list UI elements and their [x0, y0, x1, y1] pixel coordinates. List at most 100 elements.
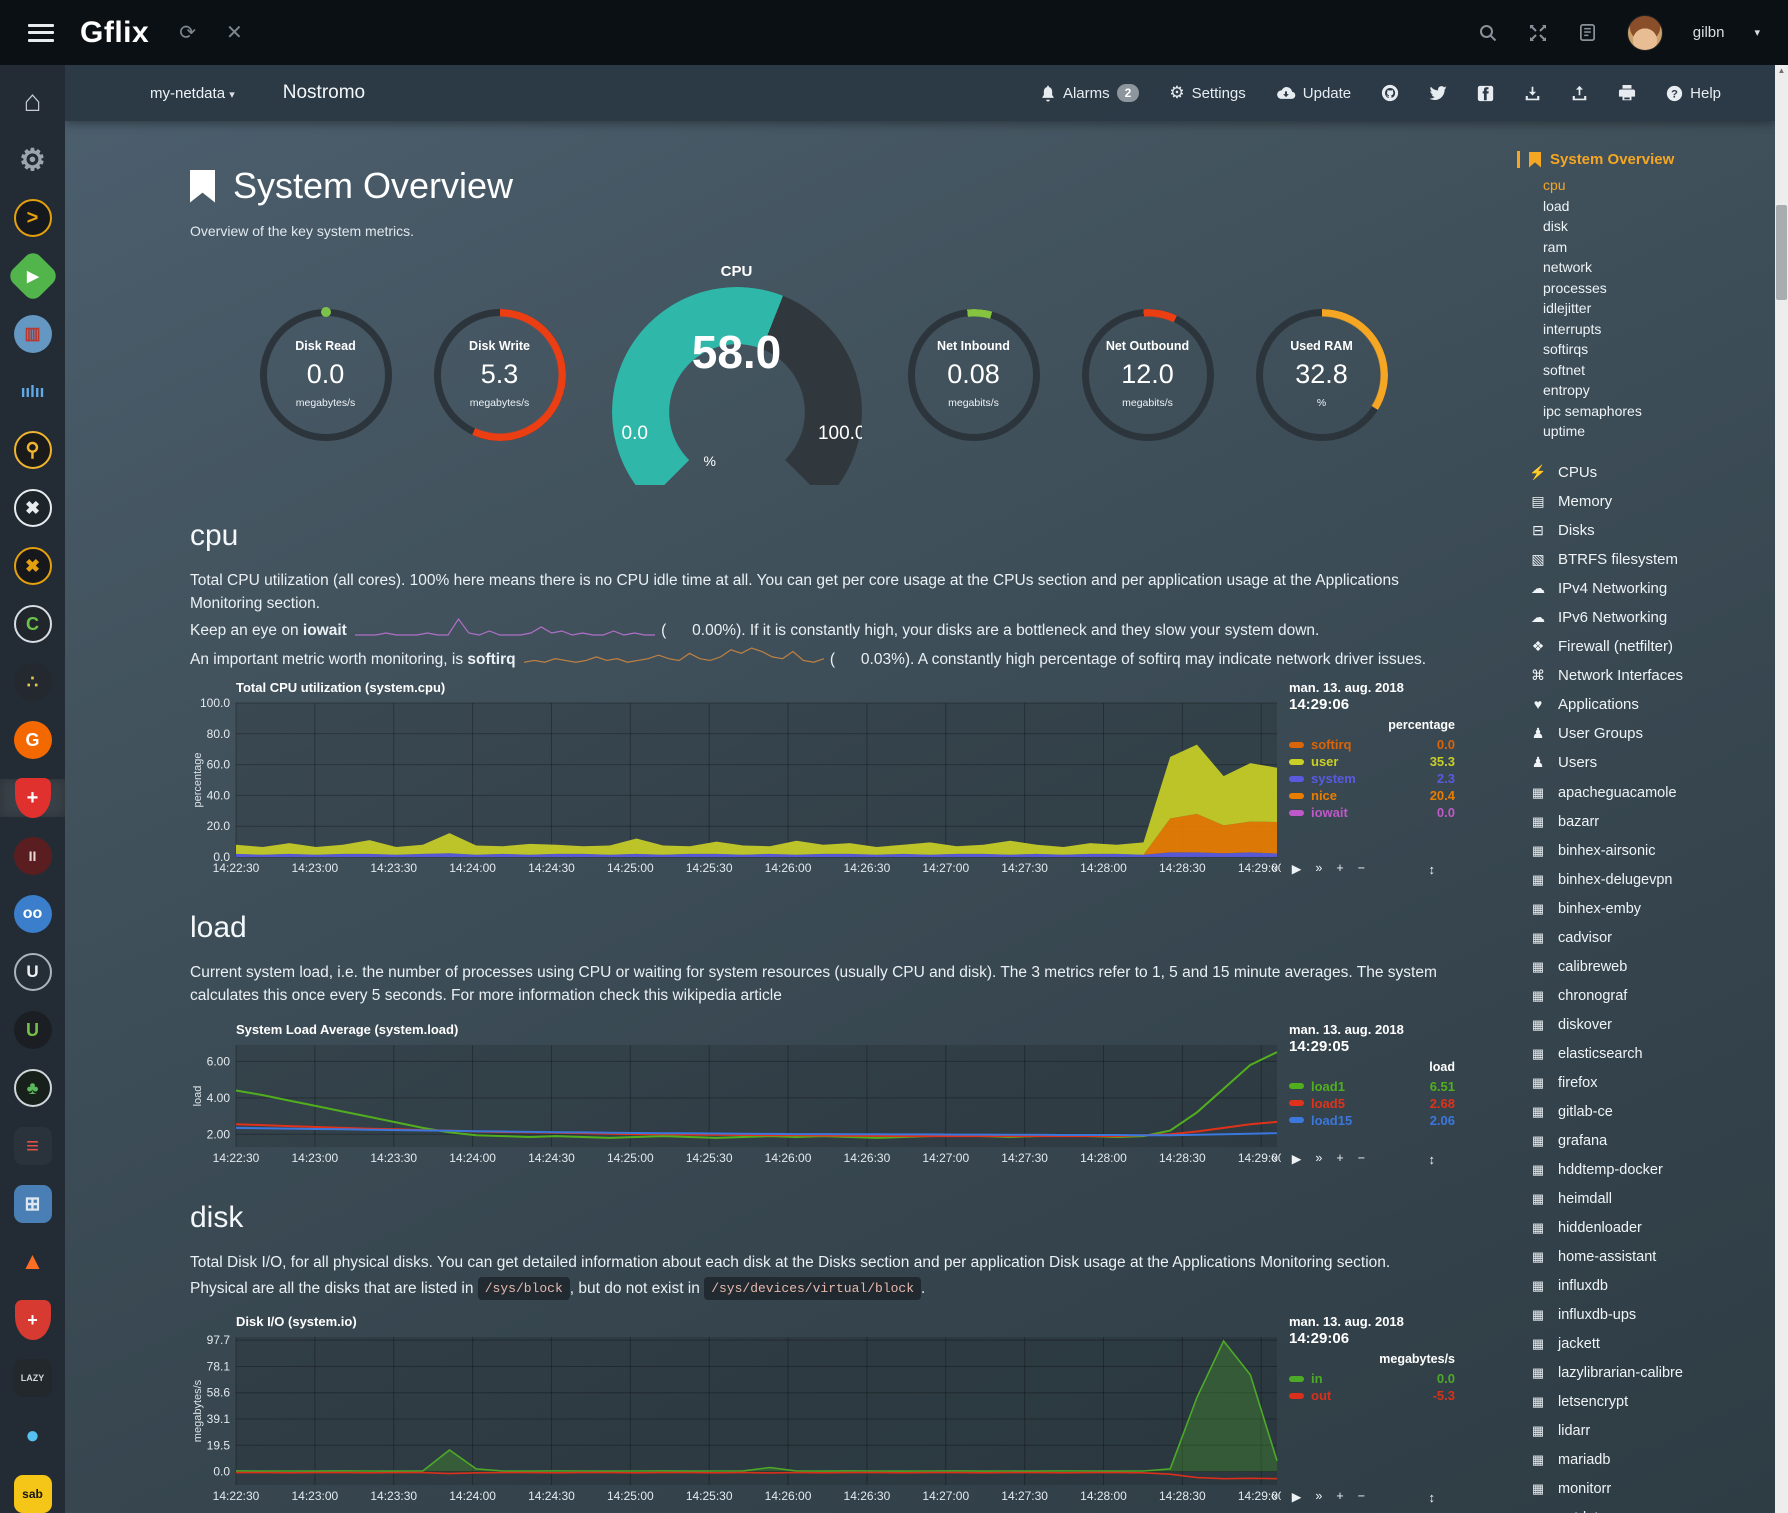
- status-bars-tab[interactable]: ≡: [0, 1127, 65, 1165]
- plex-tab[interactable]: >: [0, 199, 65, 237]
- search-icon[interactable]: [1478, 23, 1498, 43]
- nav-section-disks[interactable]: ⊟Disks: [1529, 516, 1775, 545]
- zoom-out-icon[interactable]: −: [1358, 1489, 1365, 1504]
- my-netdata-dropdown[interactable]: my-netdata ▾: [150, 85, 235, 102]
- grafana-tab[interactable]: G: [0, 721, 65, 759]
- zoom-in-icon[interactable]: +: [1336, 861, 1343, 876]
- twitter-button[interactable]: [1429, 86, 1447, 101]
- home-tab[interactable]: ⌂: [0, 83, 65, 121]
- used-ram-gauge[interactable]: Used RAM32.8%: [1256, 309, 1388, 441]
- export-button[interactable]: [1571, 85, 1588, 102]
- nav-subitem-softnet[interactable]: softnet: [1543, 360, 1775, 381]
- nav-system-overview[interactable]: System Overview: [1517, 151, 1775, 168]
- nav-app-binhex-delugevpn[interactable]: ▦binhex-delugevpn: [1529, 866, 1775, 895]
- pan-left-icon[interactable]: «: [1271, 861, 1278, 876]
- nav-section-user-groups[interactable]: ♟User Groups: [1529, 719, 1775, 748]
- heimdall-tab[interactable]: ⊞: [0, 1185, 65, 1223]
- play-icon[interactable]: ▶: [1292, 1489, 1302, 1504]
- zoom-out-icon[interactable]: −: [1358, 861, 1365, 876]
- clover-tab[interactable]: ♣: [0, 1069, 65, 1107]
- nav-app-influxdb[interactable]: ▦influxdb: [1529, 1272, 1775, 1301]
- softirq-sparkline[interactable]: [516, 645, 826, 674]
- fullscreen-icon[interactable]: [1528, 23, 1548, 43]
- pan-right-icon[interactable]: »: [1315, 1489, 1322, 1504]
- update-button[interactable]: Update: [1276, 85, 1351, 102]
- nav-app-monitorr[interactable]: ▦monitorr: [1529, 1475, 1775, 1504]
- print-button[interactable]: [1618, 85, 1636, 102]
- zoom-out-icon[interactable]: −: [1358, 1151, 1365, 1166]
- hamburger-menu-icon[interactable]: [28, 24, 54, 42]
- nav-app-bazarr[interactable]: ▦bazarr: [1529, 808, 1775, 837]
- nav-section-applications[interactable]: ♥Applications: [1529, 690, 1775, 719]
- legend-row-iowait[interactable]: iowait0.0: [1289, 804, 1457, 821]
- nav-app-netdata[interactable]: ▦netdata: [1529, 1504, 1775, 1513]
- chart-resize-handle[interactable]: ↕: [1429, 862, 1436, 877]
- username[interactable]: gilbn: [1693, 24, 1725, 41]
- nav-app-apacheguacamole[interactable]: ▦apacheguacamole: [1529, 779, 1775, 808]
- github-button[interactable]: [1381, 84, 1399, 102]
- pan-right-icon[interactable]: »: [1315, 861, 1322, 876]
- legend-row-softirq[interactable]: softirq0.0: [1289, 736, 1457, 753]
- nav-app-hddtemp-docker[interactable]: ▦hddtemp-docker: [1529, 1156, 1775, 1185]
- play-icon[interactable]: ▶: [1292, 861, 1302, 876]
- duplicati-drop-tab[interactable]: ●: [0, 1417, 65, 1455]
- jackett-tab[interactable]: ⚲: [0, 431, 65, 469]
- sabnzbd-tab[interactable]: sab: [0, 1475, 65, 1513]
- sonarr-fan-tab[interactable]: ✖: [0, 489, 65, 527]
- monitorr-shield-tab[interactable]: +: [0, 779, 65, 817]
- nav-app-home-assistant[interactable]: ▦home-assistant: [1529, 1243, 1775, 1272]
- legend-row-nice[interactable]: nice20.4: [1289, 787, 1457, 804]
- net-inbound-gauge[interactable]: Net Inbound0.08megabits/s: [908, 309, 1040, 441]
- nav-app-elasticsearch[interactable]: ▦elasticsearch: [1529, 1040, 1775, 1069]
- load-chart-svg[interactable]: 14:22:3014:23:0014:23:3014:24:0014:24:30…: [190, 1039, 1281, 1167]
- nav-subitem-interrupts[interactable]: interrupts: [1543, 319, 1775, 340]
- nav-subitem-uptime[interactable]: uptime: [1543, 421, 1775, 442]
- cpu-gauge[interactable]: CPU58.00.0100.0%: [612, 263, 862, 485]
- nav-subitem-processes[interactable]: processes: [1543, 278, 1775, 299]
- cpu-chart-svg[interactable]: 14:22:3014:23:0014:23:3014:24:0014:24:30…: [190, 697, 1281, 877]
- nav-app-gitlab-ce[interactable]: ▦gitlab-ce: [1529, 1098, 1775, 1127]
- nav-subitem-idlejitter[interactable]: idlejitter: [1543, 298, 1775, 319]
- nav-section-network-interfaces[interactable]: ⌘Network Interfaces: [1529, 661, 1775, 690]
- legend-row-in[interactable]: in0.0: [1289, 1370, 1457, 1387]
- help-button[interactable]: ? Help: [1666, 85, 1721, 102]
- nav-app-letsencrypt[interactable]: ▦letsencrypt: [1529, 1388, 1775, 1417]
- calibre-library-tab[interactable]: ▥: [0, 315, 65, 353]
- settings-gear-tab[interactable]: ⚙: [0, 141, 65, 179]
- close-tab-icon[interactable]: ✕: [226, 20, 243, 45]
- nav-app-binhex-airsonic[interactable]: ▦binhex-airsonic: [1529, 837, 1775, 866]
- scroll-up-icon[interactable]: ▲: [1775, 66, 1788, 75]
- utorrent-tab[interactable]: U: [0, 1011, 65, 1049]
- nav-subitem-softirqs[interactable]: softirqs: [1543, 339, 1775, 360]
- nav-subitem-ipc-semaphores[interactable]: ipc semaphores: [1543, 401, 1775, 422]
- nav-app-cadvisor[interactable]: ▦cadvisor: [1529, 924, 1775, 953]
- pills-tab[interactable]: II: [0, 837, 65, 875]
- legend-row-load15[interactable]: load152.06: [1289, 1112, 1457, 1129]
- lazylibrarian-tab[interactable]: LAZY: [0, 1359, 65, 1397]
- nav-subitem-disk[interactable]: disk: [1543, 216, 1775, 237]
- emby-tab[interactable]: ▶: [0, 257, 65, 295]
- zoom-in-icon[interactable]: +: [1336, 1151, 1343, 1166]
- legend-row-system[interactable]: system2.3: [1289, 770, 1457, 787]
- legend-row-load1[interactable]: load16.51: [1289, 1078, 1457, 1095]
- legend-row-load5[interactable]: load52.68: [1289, 1095, 1457, 1112]
- iowait-sparkline[interactable]: [347, 616, 657, 645]
- nav-app-hiddenloader[interactable]: ▦hiddenloader: [1529, 1214, 1775, 1243]
- nav-section-users[interactable]: ♟Users: [1529, 748, 1775, 777]
- legend-row-out[interactable]: out-5.3: [1289, 1387, 1457, 1404]
- pan-left-icon[interactable]: «: [1271, 1151, 1278, 1166]
- load-chart-canvas[interactable]: 14:22:3014:23:0014:23:3014:24:0014:24:30…: [190, 1039, 1281, 1167]
- nav-app-grafana[interactable]: ▦grafana: [1529, 1127, 1775, 1156]
- net-outbound-gauge[interactable]: Net Outbound12.0megabits/s: [1082, 309, 1214, 441]
- disk-chart-canvas[interactable]: 14:22:3014:23:0014:23:3014:24:0014:24:30…: [190, 1331, 1281, 1505]
- nav-subitem-ram[interactable]: ram: [1543, 237, 1775, 258]
- nav-section-ipv4-networking[interactable]: ☁IPv4 Networking: [1529, 574, 1775, 603]
- nav-subitem-entropy[interactable]: entropy: [1543, 380, 1775, 401]
- nav-app-firefox[interactable]: ▦firefox: [1529, 1069, 1775, 1098]
- nav-app-binhex-emby[interactable]: ▦binhex-emby: [1529, 895, 1775, 924]
- scrollbar-thumb[interactable]: [1776, 205, 1787, 300]
- page-scrollbar[interactable]: ▲: [1775, 65, 1788, 1513]
- pan-left-icon[interactable]: «: [1271, 1489, 1278, 1504]
- nav-app-mariadb[interactable]: ▦mariadb: [1529, 1446, 1775, 1475]
- nav-app-diskover[interactable]: ▦diskover: [1529, 1011, 1775, 1040]
